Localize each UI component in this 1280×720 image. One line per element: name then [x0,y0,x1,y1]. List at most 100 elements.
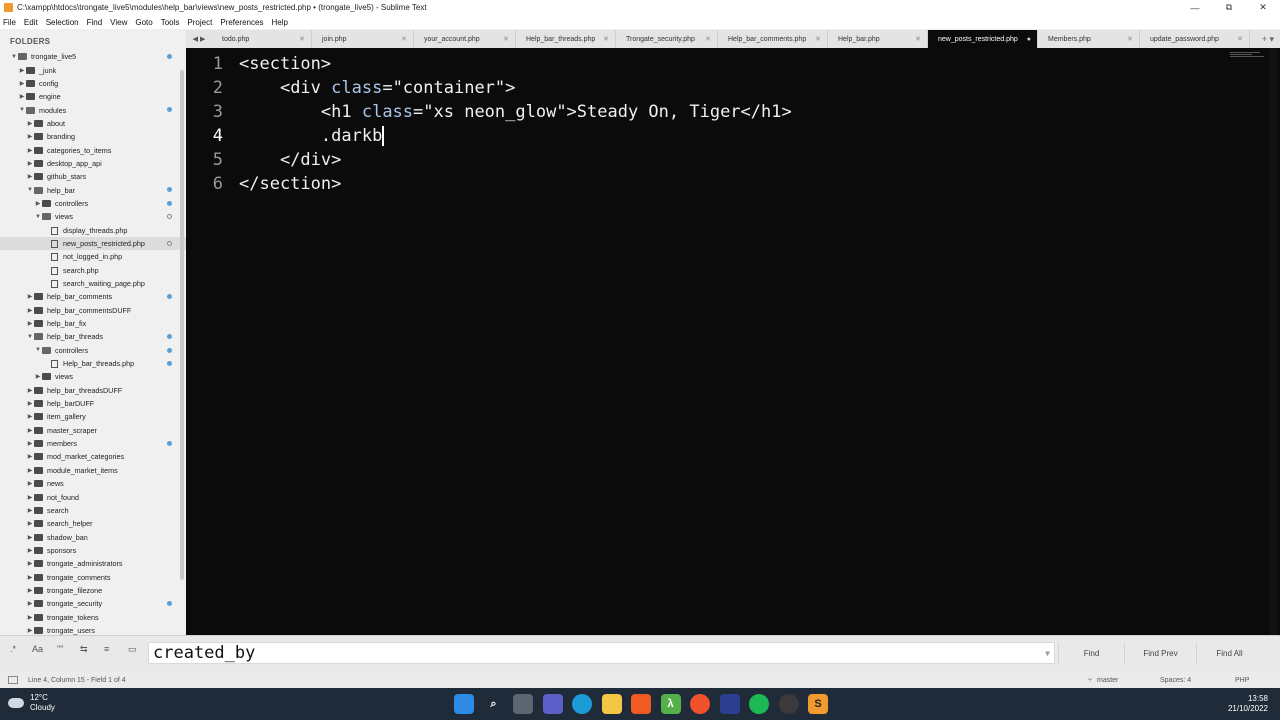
unsaved-dot-icon[interactable]: ● [1027,36,1031,43]
sidebar-folder[interactable]: ▶ module_market_items [0,464,186,477]
sidebar-folder[interactable]: ▶ config [0,77,186,90]
sidebar-folder[interactable]: ▶ members [0,437,186,450]
expand-arrow-icon[interactable]: ▶ [26,133,34,140]
expand-arrow-icon[interactable]: ▶ [26,587,34,594]
kraken-icon[interactable] [719,694,740,714]
chevron-down-icon[interactable]: ▼ [1045,644,1050,664]
sidebar-folder[interactable]: ▼ help_bar [0,183,186,196]
tab-help-bar-threads-php[interactable]: Help_bar_threads.php ✕ [516,30,616,48]
collapse-arrow-icon[interactable]: ▼ [34,214,42,220]
maximize-button[interactable]: ⧉ [1212,0,1246,15]
code-line[interactable]: 4 .darkb [186,124,1280,148]
menu-project[interactable]: Project [187,18,212,27]
sidebar-folder[interactable]: ▼ controllers [0,344,186,357]
expand-arrow-icon[interactable]: ▶ [26,494,34,501]
expand-arrow-icon[interactable]: ▶ [34,200,42,207]
sidebar-folder[interactable]: ▶ controllers [0,197,186,210]
tab-new-posts-restricted-php[interactable]: new_posts_restricted.php ● [928,30,1038,48]
tab-help-bar-comments-php[interactable]: Help_bar_comments.php ✕ [718,30,828,48]
system-clock[interactable]: 13:58 21/10/2022 [1228,694,1268,714]
sidebar-folder[interactable]: ▶ search [0,504,186,517]
sidebar-folder[interactable]: ▶ about [0,117,186,130]
sidebar-folder[interactable]: ▶ trongate_security [0,597,186,610]
close-button[interactable]: ✕ [1246,0,1280,15]
file-explorer-icon[interactable] [601,694,622,714]
postman-icon[interactable] [690,694,710,714]
find-all-button[interactable]: Find All [1196,642,1262,665]
sidebar-file[interactable]: not_logged_in.php [0,250,186,263]
sidebar-folder[interactable]: ▶ not_found [0,490,186,503]
tab-update-password-php[interactable]: update_password.php ✕ [1140,30,1250,48]
code-line[interactable]: 5 </div> [186,148,1280,172]
sidebar-folder[interactable]: ▶ sponsors [0,544,186,557]
sidebar-folder[interactable]: ▶ trongate_users [0,624,186,635]
close-tab-icon[interactable]: ✕ [705,35,711,43]
sidebar-folder[interactable]: ▶ help_bar_fix [0,317,186,330]
expand-arrow-icon[interactable]: ▶ [26,547,34,554]
indentation-setting[interactable]: Spaces: 4 [1160,677,1191,684]
collapse-arrow-icon[interactable]: ▼ [26,334,34,340]
weather-widget[interactable]: 12°C Cloudy [8,693,55,713]
menu-find[interactable]: Find [87,18,103,27]
new-tab-icon[interactable]: + ▾ [1250,30,1280,48]
expand-arrow-icon[interactable]: ▶ [26,520,34,527]
expand-arrow-icon[interactable]: ▶ [34,373,42,380]
expand-arrow-icon[interactable]: ▶ [26,427,34,434]
close-tab-icon[interactable]: ✕ [603,35,609,43]
sidebar-folder[interactable]: ▶ news [0,477,186,490]
sidebar-folder[interactable]: ▶ search_helper [0,517,186,530]
expand-arrow-icon[interactable]: ▶ [26,413,34,420]
menu-help[interactable]: Help [271,18,287,27]
minimize-button[interactable]: — [1178,0,1212,15]
obs-icon[interactable] [778,694,799,714]
expand-arrow-icon[interactable]: ▶ [26,293,34,300]
windows-start-icon[interactable] [454,694,474,714]
collapse-arrow-icon[interactable]: ▼ [10,54,18,60]
panel-toggle-icon[interactable] [8,676,18,684]
sidebar-scrollbar[interactable] [180,70,184,580]
sidebar-folder[interactable]: ▼ trongate_live5 [0,50,186,63]
sidebar-folder[interactable]: ▶ master_scraper [0,424,186,437]
sidebar-folder[interactable]: ▶ engine [0,90,186,103]
sidebar-folder[interactable]: ▶ branding [0,130,186,143]
collapse-arrow-icon[interactable]: ▼ [26,187,34,193]
find-prev-button[interactable]: Find Prev [1124,642,1196,665]
search-icon[interactable]: ⌕ [484,694,504,714]
wrap-toggle[interactable]: ⇆ [80,644,88,655]
sidebar-folder[interactable]: ▼ modules [0,103,186,116]
sidebar-folder[interactable]: ▶ help_bar_commentsDUFF [0,304,186,317]
sidebar-folder[interactable]: ▼ help_bar_threads [0,330,186,343]
sidebar-folder[interactable]: ▶ shadow_ban [0,530,186,543]
expand-arrow-icon[interactable]: ▶ [26,307,34,314]
tab-trongate-security-php[interactable]: Trongate_security.php ✕ [616,30,718,48]
expand-arrow-icon[interactable]: ▶ [26,600,34,607]
collapse-arrow-icon[interactable]: ▼ [34,347,42,353]
expand-arrow-icon[interactable]: ▶ [26,534,34,541]
menu-edit[interactable]: Edit [24,18,38,27]
expand-arrow-icon[interactable]: ▶ [18,67,26,74]
menu-view[interactable]: View [110,18,127,27]
close-tab-icon[interactable]: ✕ [401,35,407,43]
expand-arrow-icon[interactable]: ▶ [18,93,26,100]
code-editor[interactable]: 1 <section> 2 <div class="container"> 3 <h1… [186,48,1280,635]
syntax-setting[interactable]: PHP [1235,677,1249,684]
sidebar-folder[interactable]: ▶ github_stars [0,170,186,183]
expand-arrow-icon[interactable]: ▶ [26,480,34,487]
expand-arrow-icon[interactable]: ▶ [26,574,34,581]
expand-arrow-icon[interactable]: ▶ [26,120,34,127]
sidebar-file[interactable]: search_waiting_page.php [0,277,186,290]
expand-arrow-icon[interactable]: ▶ [26,440,34,447]
expand-arrow-icon[interactable]: ▶ [26,160,34,167]
case-sensitive-toggle[interactable]: Aa [32,644,43,654]
close-tab-icon[interactable]: ✕ [915,35,921,43]
sidebar-folder[interactable]: ▶ help_bar_threadsDUFF [0,384,186,397]
code-line[interactable]: 2 <div class="container"> [186,76,1280,100]
sidebar-folder[interactable]: ▶ views [0,370,186,383]
sidebar-folder[interactable]: ▶ desktop_app_api [0,157,186,170]
collapse-arrow-icon[interactable]: ▼ [18,107,26,113]
close-tab-icon[interactable]: ✕ [1127,35,1133,43]
sidebar-folder[interactable]: ▶ _junk [0,63,186,76]
expand-arrow-icon[interactable]: ▶ [26,560,34,567]
expand-arrow-icon[interactable]: ▶ [26,173,34,180]
brave-browser-icon[interactable] [631,694,651,714]
